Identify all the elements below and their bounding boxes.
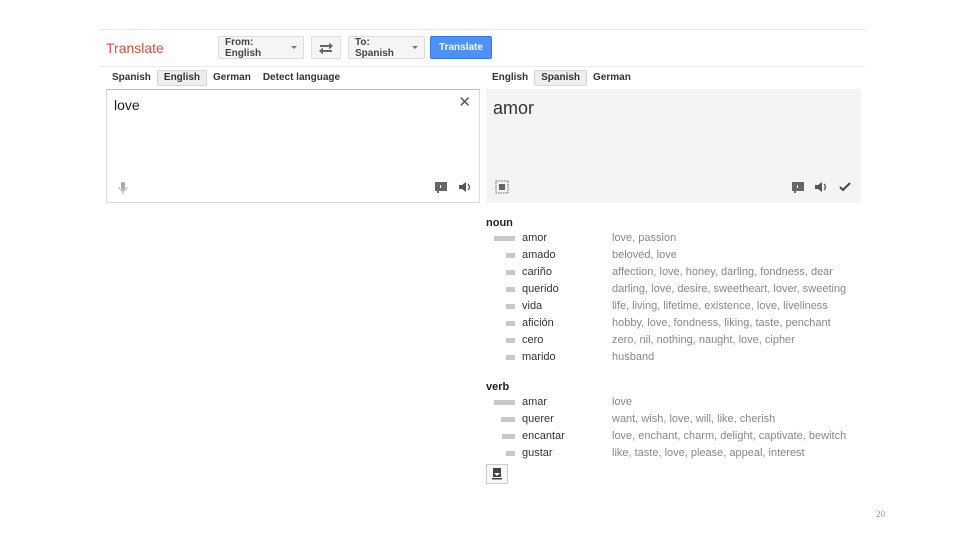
- translated-text: amor: [493, 98, 535, 118]
- reverse-translations[interactable]: beloved, love: [612, 247, 677, 264]
- swap-icon: [319, 42, 333, 54]
- dictionary-section-verb: verb amar love querer want, wish, love, will…: [486, 380, 866, 462]
- reverse-translations[interactable]: love: [612, 394, 632, 411]
- tab-target-german[interactable]: German: [587, 70, 637, 86]
- reverse-translations[interactable]: life, living, lifetime, existence, love,…: [612, 298, 828, 315]
- top-divider: [100, 29, 865, 30]
- translation-word[interactable]: marido: [522, 349, 556, 366]
- reverse-translations[interactable]: want, wish, love, will, like, cherish: [612, 411, 775, 428]
- translation-word[interactable]: amor: [522, 230, 547, 247]
- reverse-translations[interactable]: darling, love, desire, sweetheart, lover…: [612, 281, 846, 298]
- frequency-bar: [494, 236, 515, 241]
- translate-button[interactable]: Translate: [430, 36, 492, 59]
- brand-title: Translate: [106, 40, 164, 56]
- download-button[interactable]: [486, 464, 508, 484]
- reverse-translations[interactable]: affection, love, honey, darling, fondnes…: [612, 264, 833, 281]
- frequency-bar: [506, 287, 515, 292]
- translation-word[interactable]: querido: [522, 281, 559, 298]
- download-icon: [492, 468, 502, 480]
- frequency-bar: [502, 434, 515, 439]
- reverse-translations[interactable]: like, taste, love, please, appeal, inter…: [612, 445, 805, 462]
- source-language-tabs: Spanish English German Detect language: [106, 70, 346, 86]
- dictionary-row: amar love: [486, 394, 866, 411]
- frequency-bar: [506, 253, 515, 258]
- to-language-button[interactable]: To: Spanish: [348, 36, 425, 59]
- translation-word[interactable]: gustar: [522, 445, 553, 462]
- dictionary-row: cariño affection, love, honey, darling, f…: [486, 264, 866, 281]
- page-number: 20: [876, 509, 885, 519]
- speaker-icon[interactable]: [458, 180, 472, 194]
- microphone-icon[interactable]: [116, 181, 130, 195]
- chevron-down-icon: [412, 46, 418, 49]
- tab-source-english[interactable]: English: [156, 70, 208, 86]
- frequency-bar: [506, 355, 515, 360]
- translation-word[interactable]: querer: [522, 411, 554, 428]
- part-of-speech: verb: [486, 381, 510, 393]
- translation-word[interactable]: vida: [522, 298, 542, 315]
- check-icon[interactable]: [838, 180, 852, 194]
- dictionary-row: gustar like, taste, love, please, appeal,…: [486, 445, 866, 462]
- dictionary-row: cero zero, nil, nothing, naught, love, ci…: [486, 332, 866, 349]
- keyboard-icon[interactable]: [434, 180, 448, 194]
- dictionary-row: marido husband: [486, 349, 866, 366]
- reverse-translations[interactable]: love, passion: [612, 230, 676, 247]
- source-text-area[interactable]: love ✕: [106, 89, 480, 203]
- dictionary-section-noun: noun amor love, passion amado beloved, love c…: [486, 216, 866, 366]
- frequency-bar: [506, 304, 515, 309]
- translation-word[interactable]: encantar: [522, 428, 565, 445]
- tab-target-spanish[interactable]: Spanish: [534, 70, 588, 86]
- phonetic-icon[interactable]: [495, 180, 509, 194]
- header-divider: [100, 66, 865, 67]
- reverse-translations[interactable]: zero, nil, nothing, naught, love, cipher: [612, 332, 795, 349]
- frequency-bar: [506, 451, 515, 456]
- clear-icon[interactable]: ✕: [458, 93, 471, 111]
- translation-word[interactable]: cariño: [522, 264, 552, 281]
- from-language-button[interactable]: From: English: [218, 36, 304, 59]
- dictionary-row: amado beloved, love: [486, 247, 866, 264]
- reverse-translations[interactable]: hobby, love, fondness, liking, taste, pe…: [612, 315, 831, 332]
- frequency-bar: [506, 338, 515, 343]
- to-language-label: To: Spanish: [355, 36, 394, 59]
- swap-languages-button[interactable]: [311, 36, 341, 59]
- reverse-translations[interactable]: love, enchant, charm, delight, captivate…: [612, 428, 846, 445]
- dictionary-row: querido darling, love, desire, sweetheart…: [486, 281, 866, 298]
- frequency-bar: [494, 400, 515, 405]
- translation-word[interactable]: cero: [522, 332, 543, 349]
- dictionary-row: amor love, passion: [486, 230, 866, 247]
- translation-output: amor: [486, 89, 861, 203]
- tab-detect-language[interactable]: Detect language: [257, 70, 346, 86]
- part-of-speech: noun: [486, 217, 513, 229]
- frequency-bar: [506, 270, 515, 275]
- reverse-translations[interactable]: husband: [612, 349, 654, 366]
- dictionary-panel: noun amor love, passion amado beloved, love c…: [486, 216, 866, 462]
- source-text[interactable]: love: [114, 97, 140, 113]
- dictionary-row: encantar love, enchant, charm, delight, c…: [486, 428, 866, 445]
- speaker-icon[interactable]: [814, 180, 828, 194]
- tab-target-english[interactable]: English: [486, 70, 534, 86]
- chevron-down-icon: [291, 46, 297, 49]
- dictionary-row: querer want, wish, love, will, like, cher…: [486, 411, 866, 428]
- translation-word[interactable]: afición: [522, 315, 554, 332]
- tab-source-spanish[interactable]: Spanish: [106, 70, 157, 86]
- dictionary-row: vida life, living, lifetime, existence, l…: [486, 298, 866, 315]
- frequency-bar: [506, 321, 515, 326]
- frequency-bar: [501, 417, 515, 422]
- tab-source-german[interactable]: German: [207, 70, 257, 86]
- from-language-label: From: English: [225, 36, 262, 59]
- dictionary-row: afición hobby, love, fondness, liking, ta…: [486, 315, 866, 332]
- target-language-tabs: English Spanish German: [486, 70, 637, 86]
- keyboard-icon[interactable]: [791, 180, 805, 194]
- translation-word[interactable]: amar: [522, 394, 547, 411]
- translation-word[interactable]: amado: [522, 247, 556, 264]
